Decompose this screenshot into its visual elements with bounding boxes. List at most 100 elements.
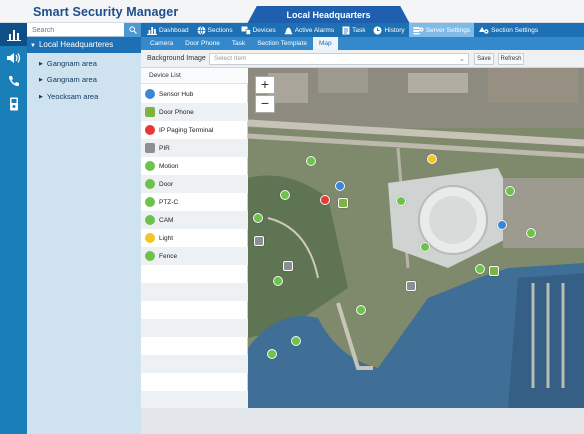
tab-section-template[interactable]: Section Template [251, 37, 313, 50]
app-title: Smart Security Manager [33, 5, 179, 19]
rail-statistics[interactable] [0, 23, 27, 46]
zoom-in-button[interactable]: + [255, 76, 275, 94]
device-label: Fence [159, 252, 178, 260]
phone-icon [8, 75, 19, 86]
nav-server-settings[interactable]: Server Settings [408, 23, 475, 37]
cam-marker[interactable] [291, 336, 301, 346]
background-image-select[interactable]: Select Item ⌄ [209, 53, 469, 65]
fence-marker[interactable] [280, 190, 290, 200]
cam-marker[interactable] [306, 156, 316, 166]
nav-dashboard[interactable]: Dashboad [143, 23, 193, 37]
device-label: CAM [159, 216, 174, 224]
location-tab[interactable]: Local Headquarters [247, 6, 410, 24]
map-image[interactable] [248, 68, 584, 408]
empty-row [141, 355, 248, 373]
nav-label: Server Settings [425, 26, 471, 34]
door-phone-marker[interactable] [338, 198, 348, 208]
fence-marker[interactable] [526, 228, 536, 238]
device-sensor-hub[interactable]: Sensor Hub [141, 85, 248, 103]
tree-item-label: Gangnam area [46, 59, 97, 68]
nav-active-alarms[interactable]: Active Alarms [280, 23, 338, 37]
expand-arrow-icon: ▶ [39, 94, 43, 100]
tree-item-yeocksam[interactable]: ▶ Yeocksam area [39, 91, 139, 103]
nav-devices[interactable]: Devices [237, 23, 280, 37]
fence-marker[interactable] [396, 196, 406, 206]
device-cam[interactable]: CAM [141, 211, 248, 229]
motion-marker[interactable] [267, 349, 277, 359]
device-label: PIR [159, 144, 170, 152]
search-row [27, 23, 141, 37]
device-ip-paging-terminal[interactable]: IP Paging Terminal [141, 121, 248, 139]
refresh-button[interactable]: Refresh [498, 53, 524, 65]
door-phone-marker[interactable] [489, 266, 499, 276]
app-header: Smart Security Manager Local Headquarter… [0, 0, 584, 24]
devices-icon [241, 26, 251, 35]
globe-icon [197, 25, 206, 35]
device-label: Motion [159, 162, 179, 170]
door-marker[interactable] [475, 264, 485, 274]
paging-terminal-marker[interactable] [320, 195, 330, 205]
motion-icon [145, 161, 155, 171]
motion-marker[interactable] [420, 242, 430, 252]
empty-row [141, 319, 248, 337]
device-pir[interactable]: PIR [141, 139, 248, 157]
rail-broadcast[interactable] [0, 46, 27, 69]
nav-label: Task [352, 26, 366, 34]
cam-marker[interactable] [505, 186, 515, 196]
nav-sections[interactable]: Sections [193, 23, 237, 37]
sensor-hub-marker[interactable] [335, 181, 345, 191]
server-settings-icon [413, 26, 424, 34]
nav-section-settings[interactable]: Section Settings [474, 23, 542, 37]
device-fence[interactable]: Fence [141, 247, 248, 265]
nav-history[interactable]: History [369, 23, 408, 37]
rail-phone[interactable] [0, 69, 27, 92]
sensor-hub-marker[interactable] [497, 220, 507, 230]
device-motion[interactable]: Motion [141, 157, 248, 175]
nav-label: Active Alarms [294, 26, 335, 34]
tab-task[interactable]: Task [226, 37, 251, 50]
cam-marker[interactable] [253, 213, 263, 223]
light-marker[interactable] [427, 154, 437, 164]
tab-map[interactable]: Map [312, 37, 338, 50]
nav-task[interactable]: Task [338, 23, 369, 37]
tree-item-gangnam-1[interactable]: ▶ Gangnam area [39, 58, 139, 70]
map-toolbar: Background Image Select Item ⌄ Save Refr… [141, 50, 584, 68]
tree-item-label: Gangnam area [46, 75, 97, 84]
empty-row [141, 283, 248, 301]
task-icon [342, 26, 350, 34]
search-input[interactable] [29, 24, 123, 36]
device-ptz-c[interactable]: PTZ-C [141, 193, 248, 211]
sub-tabs: Camera Door Phone Task Section Template … [141, 37, 584, 50]
satellite-map[interactable] [248, 68, 584, 408]
alarm-icon [284, 27, 292, 34]
tab-camera[interactable]: Camera [144, 37, 179, 50]
pir-marker[interactable] [283, 261, 293, 271]
search-icon [128, 26, 137, 34]
device-label: Door [159, 180, 174, 188]
device-light[interactable]: Light [141, 229, 248, 247]
bottom-panel [141, 408, 584, 434]
bar-chart-icon [6, 29, 21, 41]
tree-root-label: Local Headquarteres [38, 40, 114, 49]
tab-door-phone[interactable]: Door Phone [179, 37, 226, 50]
device-door-phone[interactable]: Door Phone [141, 103, 248, 121]
pir-marker[interactable] [254, 236, 264, 246]
cam-marker[interactable] [356, 305, 366, 315]
save-button[interactable]: Save [474, 53, 494, 65]
pir-marker[interactable] [406, 281, 416, 291]
door-icon [145, 179, 155, 189]
device-door[interactable]: Door [141, 175, 248, 193]
fence-marker[interactable] [273, 276, 283, 286]
nav-label: History [384, 26, 405, 34]
speaker-icon [6, 52, 20, 63]
pir-icon [145, 143, 155, 153]
rail-door-phone[interactable] [0, 92, 27, 115]
zoom-out-button[interactable]: − [255, 95, 275, 113]
search-button[interactable] [124, 23, 141, 37]
speaker-icon [145, 125, 155, 135]
tree-item-gangnam-2[interactable]: ▶ Gangnam area [39, 74, 139, 86]
select-placeholder: Select Item [214, 55, 247, 62]
tree-root[interactable]: ▼ Local Headquarteres [27, 37, 141, 53]
nav-label: Section Settings [491, 26, 539, 34]
clock-icon [373, 26, 382, 34]
